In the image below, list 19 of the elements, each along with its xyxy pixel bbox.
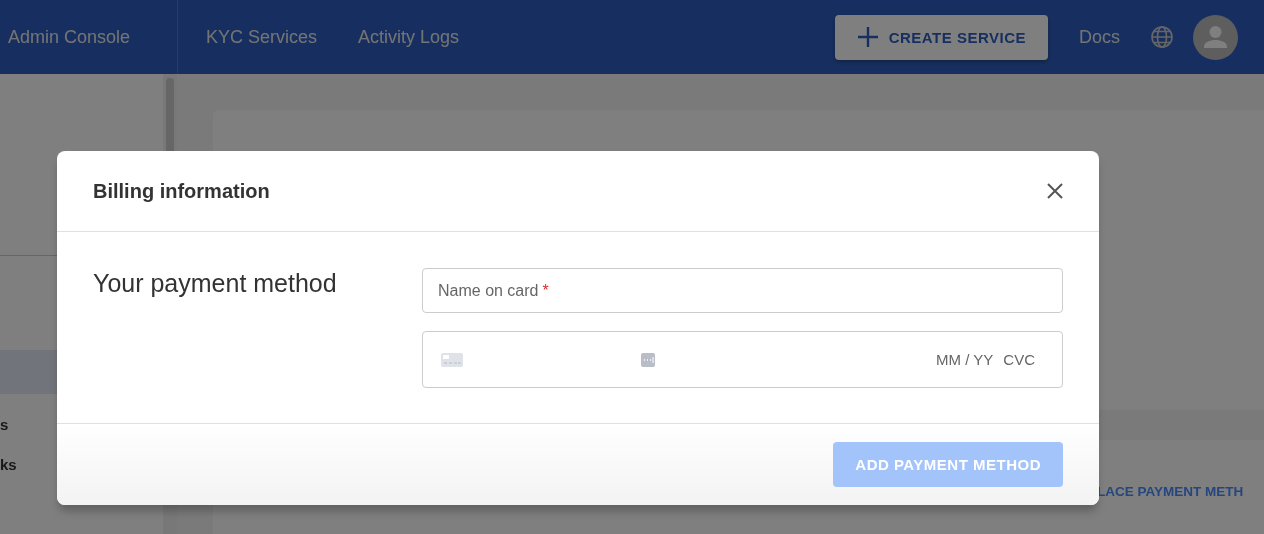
globe-icon[interactable] <box>1150 25 1174 49</box>
brand-title: Admin Console <box>7 26 132 48</box>
card-back-icon <box>641 352 655 367</box>
section-label: Your payment method <box>93 268 338 299</box>
name-on-card-field[interactable]: Name on card * <box>422 268 1063 313</box>
nav-link[interactable]: KYC Services <box>206 26 318 48</box>
card-number-field[interactable]: MM / YY CVC <box>422 331 1063 388</box>
placeholder: Name on card <box>438 281 539 300</box>
plus-icon <box>856 26 879 48</box>
docs-link[interactable]: Docs <box>1079 26 1120 48</box>
avatar-icon[interactable] <box>1193 14 1238 60</box>
required-asterisk: * <box>542 281 549 300</box>
close-icon[interactable] <box>1047 183 1063 199</box>
nav-link[interactable]: Activity Logs <box>358 26 460 48</box>
dialog-title: Billing information <box>93 179 271 203</box>
card-icon <box>441 352 463 367</box>
create-service-button[interactable]: CREATE SERVICE <box>834 14 1048 60</box>
expiry-placeholder: MM / YY <box>936 351 994 368</box>
cvc-placeholder: CVC <box>1003 351 1035 368</box>
